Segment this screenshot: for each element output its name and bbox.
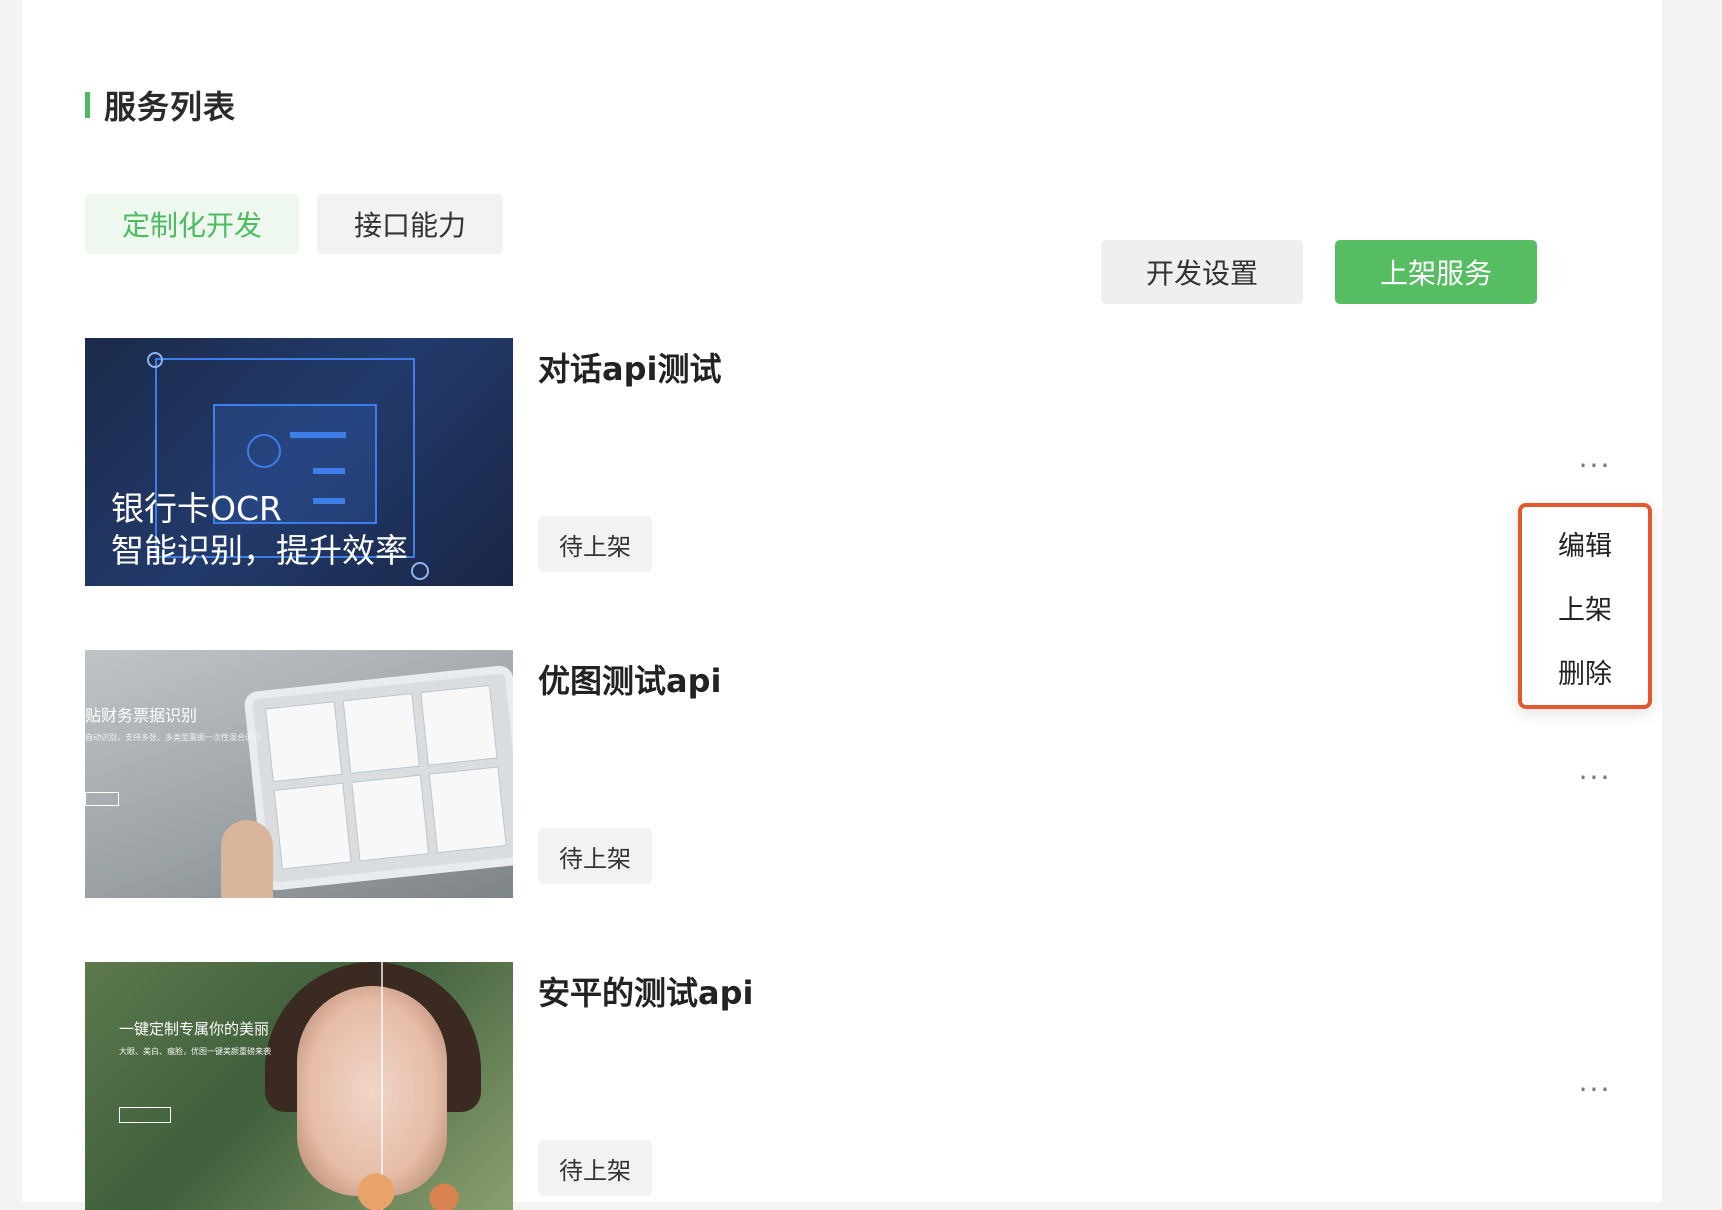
service-card: 一键定制专属你的美丽 大眼、美白、瘦脸，优图一键美颜重磅来袭 安平的测试api … (85, 962, 1625, 1210)
service-card: 银行卡OCR 智能识别，提升效率 对话api测试 待上架 ··· (85, 338, 1625, 586)
line-graphic (313, 468, 345, 474)
thumbnail-caption: 银行卡OCR 智能识别，提升效率 (111, 488, 408, 572)
invoice-graphic (265, 701, 343, 783)
thumbnail-button-graphic (85, 792, 119, 806)
section-title: 服务列表 (104, 88, 237, 126)
person-icon (247, 434, 281, 468)
more-options-icon[interactable]: ··· (1570, 1073, 1620, 1106)
thumbnail-subcaption: 自动识别，支持多张、多类型票据一次性混合识别 (85, 733, 261, 742)
dev-settings-button[interactable]: 开发设置 (1101, 240, 1303, 304)
status-badge: 待上架 (538, 1140, 652, 1196)
service-title[interactable]: 优图测试api (538, 656, 721, 702)
circle-node-icon (147, 352, 163, 368)
tablet-graphic (243, 664, 513, 892)
publish-service-button[interactable]: 上架服务 (1335, 240, 1537, 304)
circle-node-icon (411, 562, 429, 580)
thumbnail-caption: 贴财务票据识别 (85, 706, 198, 725)
caption-line: 银行卡OCR (111, 489, 282, 528)
status-badge: 待上架 (538, 828, 652, 884)
service-card: 贴财务票据识别 自动识别，支持多张、多类型票据一次性混合识别 优图测试api 待… (85, 650, 1625, 898)
service-thumbnail[interactable]: 贴财务票据识别 自动识别，支持多张、多类型票据一次性混合识别 (85, 650, 513, 898)
line-graphic (290, 432, 346, 438)
tab-custom-development[interactable]: 定制化开发 (85, 194, 299, 254)
invoice-graphic (351, 774, 430, 862)
main-panel: 服务列表 定制化开发 接口能力 开发设置 上架服务 银行卡OCR 智能识别，提升… (22, 0, 1662, 1210)
invoice-graphic (273, 782, 352, 870)
thumbnail-caption: 一键定制专属你的美丽 (119, 1020, 270, 1038)
service-title[interactable]: 对话api测试 (538, 344, 721, 390)
thumbnail-button-graphic (119, 1107, 171, 1123)
caption-line: 智能识别，提升效率 (111, 531, 408, 570)
invoice-graphic (428, 766, 507, 854)
service-title[interactable]: 安平的测试api (538, 968, 753, 1014)
section-accent-bar (85, 92, 90, 118)
more-options-icon[interactable]: ··· (1570, 449, 1620, 482)
status-badge: 待上架 (538, 516, 652, 572)
thumbnail-subcaption: 大眼、美白、瘦脸，优图一键美颜重磅来袭 (119, 1047, 271, 1056)
more-options-icon[interactable]: ··· (1570, 761, 1620, 794)
menu-item-edit[interactable]: 编辑 (1522, 511, 1648, 575)
service-thumbnail[interactable]: 银行卡OCR 智能识别，提升效率 (85, 338, 513, 586)
invoice-graphic (420, 684, 498, 766)
section-header: 服务列表 (85, 84, 236, 126)
invoice-graphic (342, 692, 420, 774)
menu-item-publish[interactable]: 上架 (1522, 575, 1648, 639)
menu-item-delete[interactable]: 删除 (1522, 639, 1648, 703)
hand-graphic (221, 820, 273, 898)
tab-api-capability[interactable]: 接口能力 (317, 194, 503, 254)
service-options-menu: 编辑 上架 删除 (1518, 503, 1652, 709)
flowers-graphic (325, 1162, 495, 1210)
service-thumbnail[interactable]: 一键定制专属你的美丽 大眼、美白、瘦脸，优图一键美颜重磅来袭 (85, 962, 513, 1210)
